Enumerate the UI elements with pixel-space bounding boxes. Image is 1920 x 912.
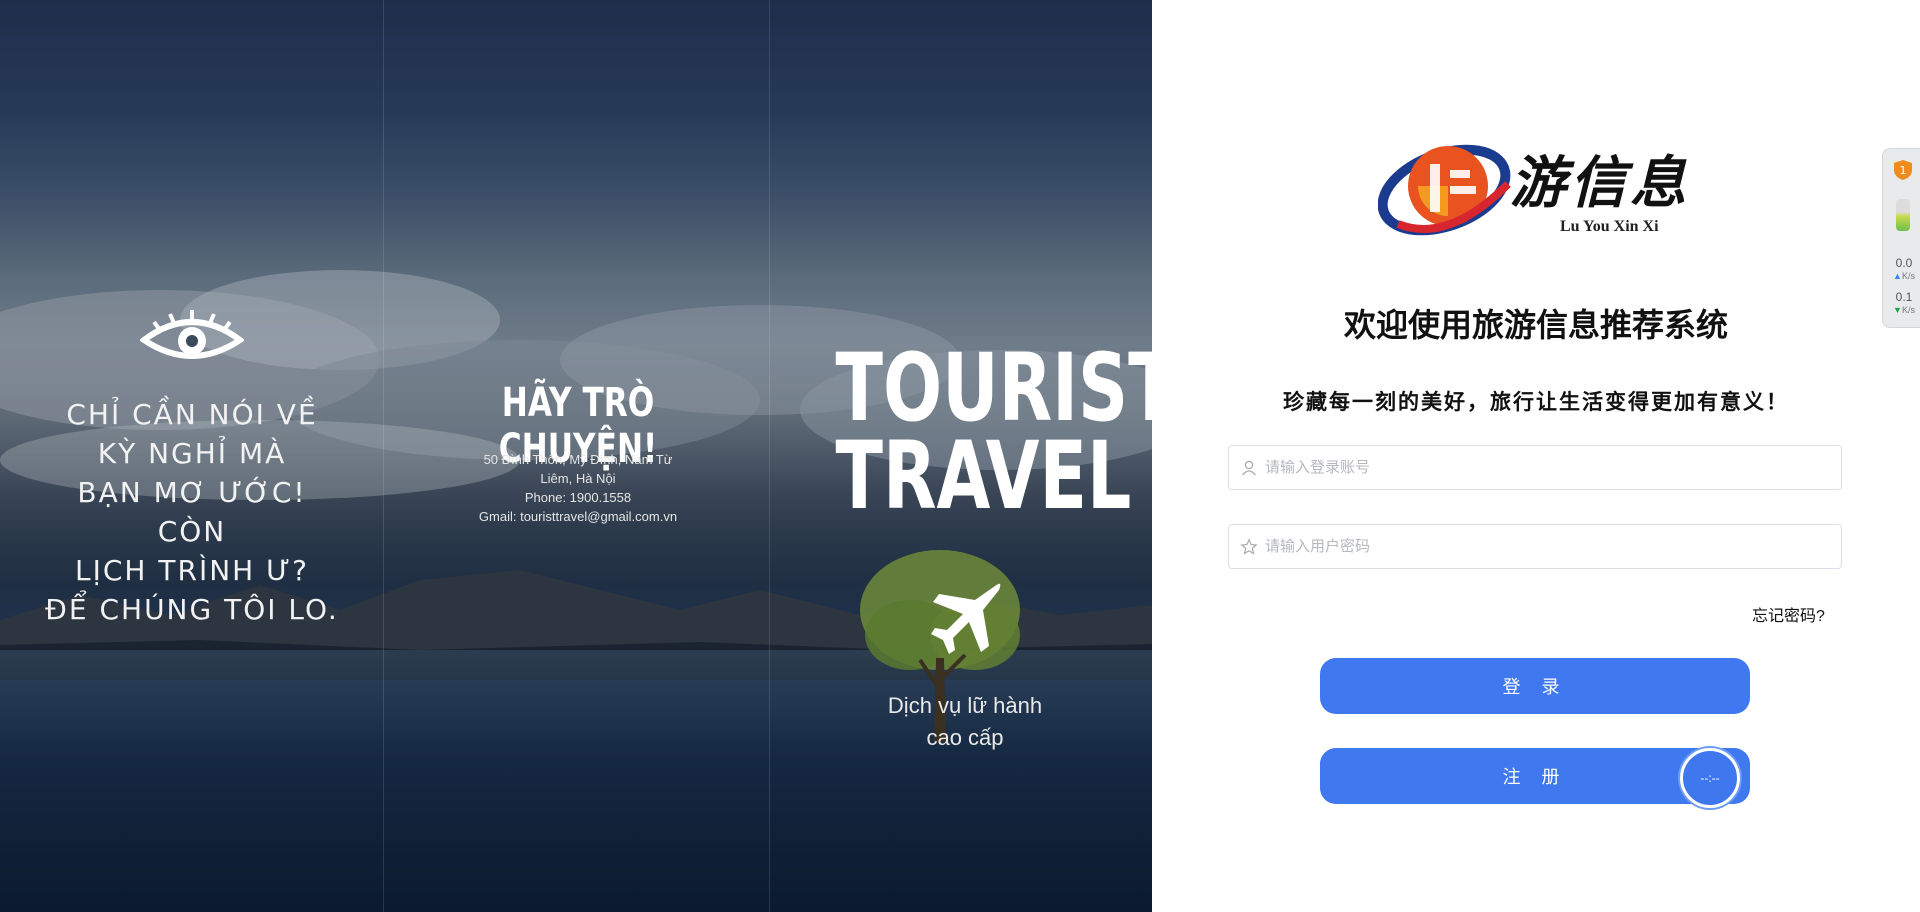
plane-icon xyxy=(931,583,1001,654)
upload-arrow-icon: ▲ xyxy=(1893,271,1902,281)
eye-icon xyxy=(140,310,244,359)
hero-brand-subtitle: Dịch vụ lữ hành cao cấp xyxy=(887,693,1043,750)
star-icon xyxy=(1240,538,1258,555)
panel-fold-line xyxy=(769,0,770,912)
panel-fold-line xyxy=(383,0,384,912)
username-input[interactable] xyxy=(1263,446,1833,489)
download-speed-unit: K/s xyxy=(1901,305,1915,315)
login-panel: 游信息 Lu You Xin Xi 欢迎使用旅游信息推荐系统 珍藏每一刻的美好，… xyxy=(1152,0,1920,912)
logo-globe-icon xyxy=(1378,144,1511,236)
upload-speed-value: 0.0 xyxy=(1895,256,1913,270)
network-speed-widget[interactable]: 1 0.0 ▲K/s 0.1 ▼K/s xyxy=(1882,148,1920,328)
password-input[interactable] xyxy=(1263,525,1833,568)
hero-banner: CHỈ CẦN NÓI VỀ KỲ NGHỈ MÀ BẠN MƠ ƯỚC! CÒ… xyxy=(0,0,1152,912)
upload-speed: 0.0 ▲K/s xyxy=(1887,257,1920,282)
memory-level-bar xyxy=(1896,199,1910,231)
hero-brand-title: TOURIST TRAVEL xyxy=(835,334,1153,531)
username-field[interactable] xyxy=(1228,445,1842,490)
slogan-text: 珍藏每一刻的美好，旅行让生活变得更加有意义！ xyxy=(1283,391,1789,414)
logo: 游信息 Lu You Xin Xi xyxy=(1378,118,1694,256)
shield-badge-icon: 1 xyxy=(1894,160,1912,180)
forgot-password-link[interactable]: 忘记密码? xyxy=(1752,602,1825,626)
download-speed-value: 0.1 xyxy=(1895,290,1913,304)
user-icon xyxy=(1241,460,1257,476)
hero-left-text: CHỈ CẦN NÓI VỀ KỲ NGHỈ MÀ BẠN MƠ ƯỚC! CÒ… xyxy=(45,398,339,626)
download-speed: 0.1 ▼K/s xyxy=(1887,291,1920,316)
hero-contact-info: 50 Đình Thôn, Mỹ Đình, Nam Từ Liêm, Hà N… xyxy=(478,452,678,524)
password-field[interactable] xyxy=(1228,524,1842,569)
welcome-title: 欢迎使用旅游信息推荐系统 xyxy=(1343,307,1728,343)
download-arrow-icon: ▼ xyxy=(1893,305,1902,315)
logo-english-text: Lu You Xin Xi xyxy=(1560,218,1659,235)
badge-count: 1 xyxy=(1900,164,1907,177)
login-button[interactable]: 登 录 xyxy=(1320,658,1750,714)
floating-clock-widget[interactable]: --:-- xyxy=(1680,748,1740,808)
logo-chinese-text: 游信息 xyxy=(1510,150,1690,216)
upload-speed-unit: K/s xyxy=(1901,271,1915,281)
